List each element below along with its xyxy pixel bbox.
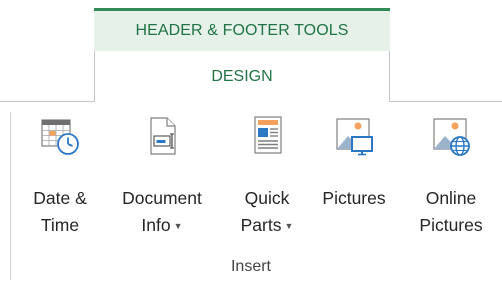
picture-globe-icon (433, 118, 470, 156)
document-info-icon (150, 117, 176, 155)
pictures-button[interactable]: Pictures (309, 116, 399, 256)
tab-design[interactable]: DESIGN (94, 51, 390, 102)
document-info-label-line2: Info (141, 215, 171, 235)
chevron-down-icon[interactable]: ▼ (174, 221, 183, 231)
quick-parts-icon (254, 116, 282, 154)
contextual-tab-header: HEADER & FOOTER TOOLS (94, 8, 390, 51)
group-label-insert: Insert (230, 258, 271, 275)
date-time-label-line2: Time (40, 215, 80, 235)
quick-parts-button[interactable]: Quick Parts ▼ (231, 116, 303, 256)
ribbon-border (389, 101, 502, 102)
date-time-label-line1: Date & (33, 188, 87, 208)
group-divider (10, 112, 11, 280)
online-pictures-label-line1: Online (425, 188, 477, 208)
online-pictures-label-line2: Pictures (419, 215, 483, 235)
ribbon-border (0, 101, 95, 102)
calendar-clock-icon (41, 119, 79, 155)
online-pictures-button[interactable]: Online Pictures (407, 116, 495, 256)
picture-monitor-icon (336, 118, 373, 156)
document-info-label-line1: Document (122, 188, 202, 208)
date-time-button[interactable]: Date & Time (18, 116, 102, 256)
pictures-label-line1: Pictures (322, 188, 386, 208)
quick-parts-label-line1: Quick (244, 188, 290, 208)
chevron-down-icon[interactable]: ▼ (284, 221, 293, 231)
quick-parts-label-line2: Parts (240, 215, 282, 235)
document-info-button[interactable]: Document Info ▼ (104, 116, 220, 256)
